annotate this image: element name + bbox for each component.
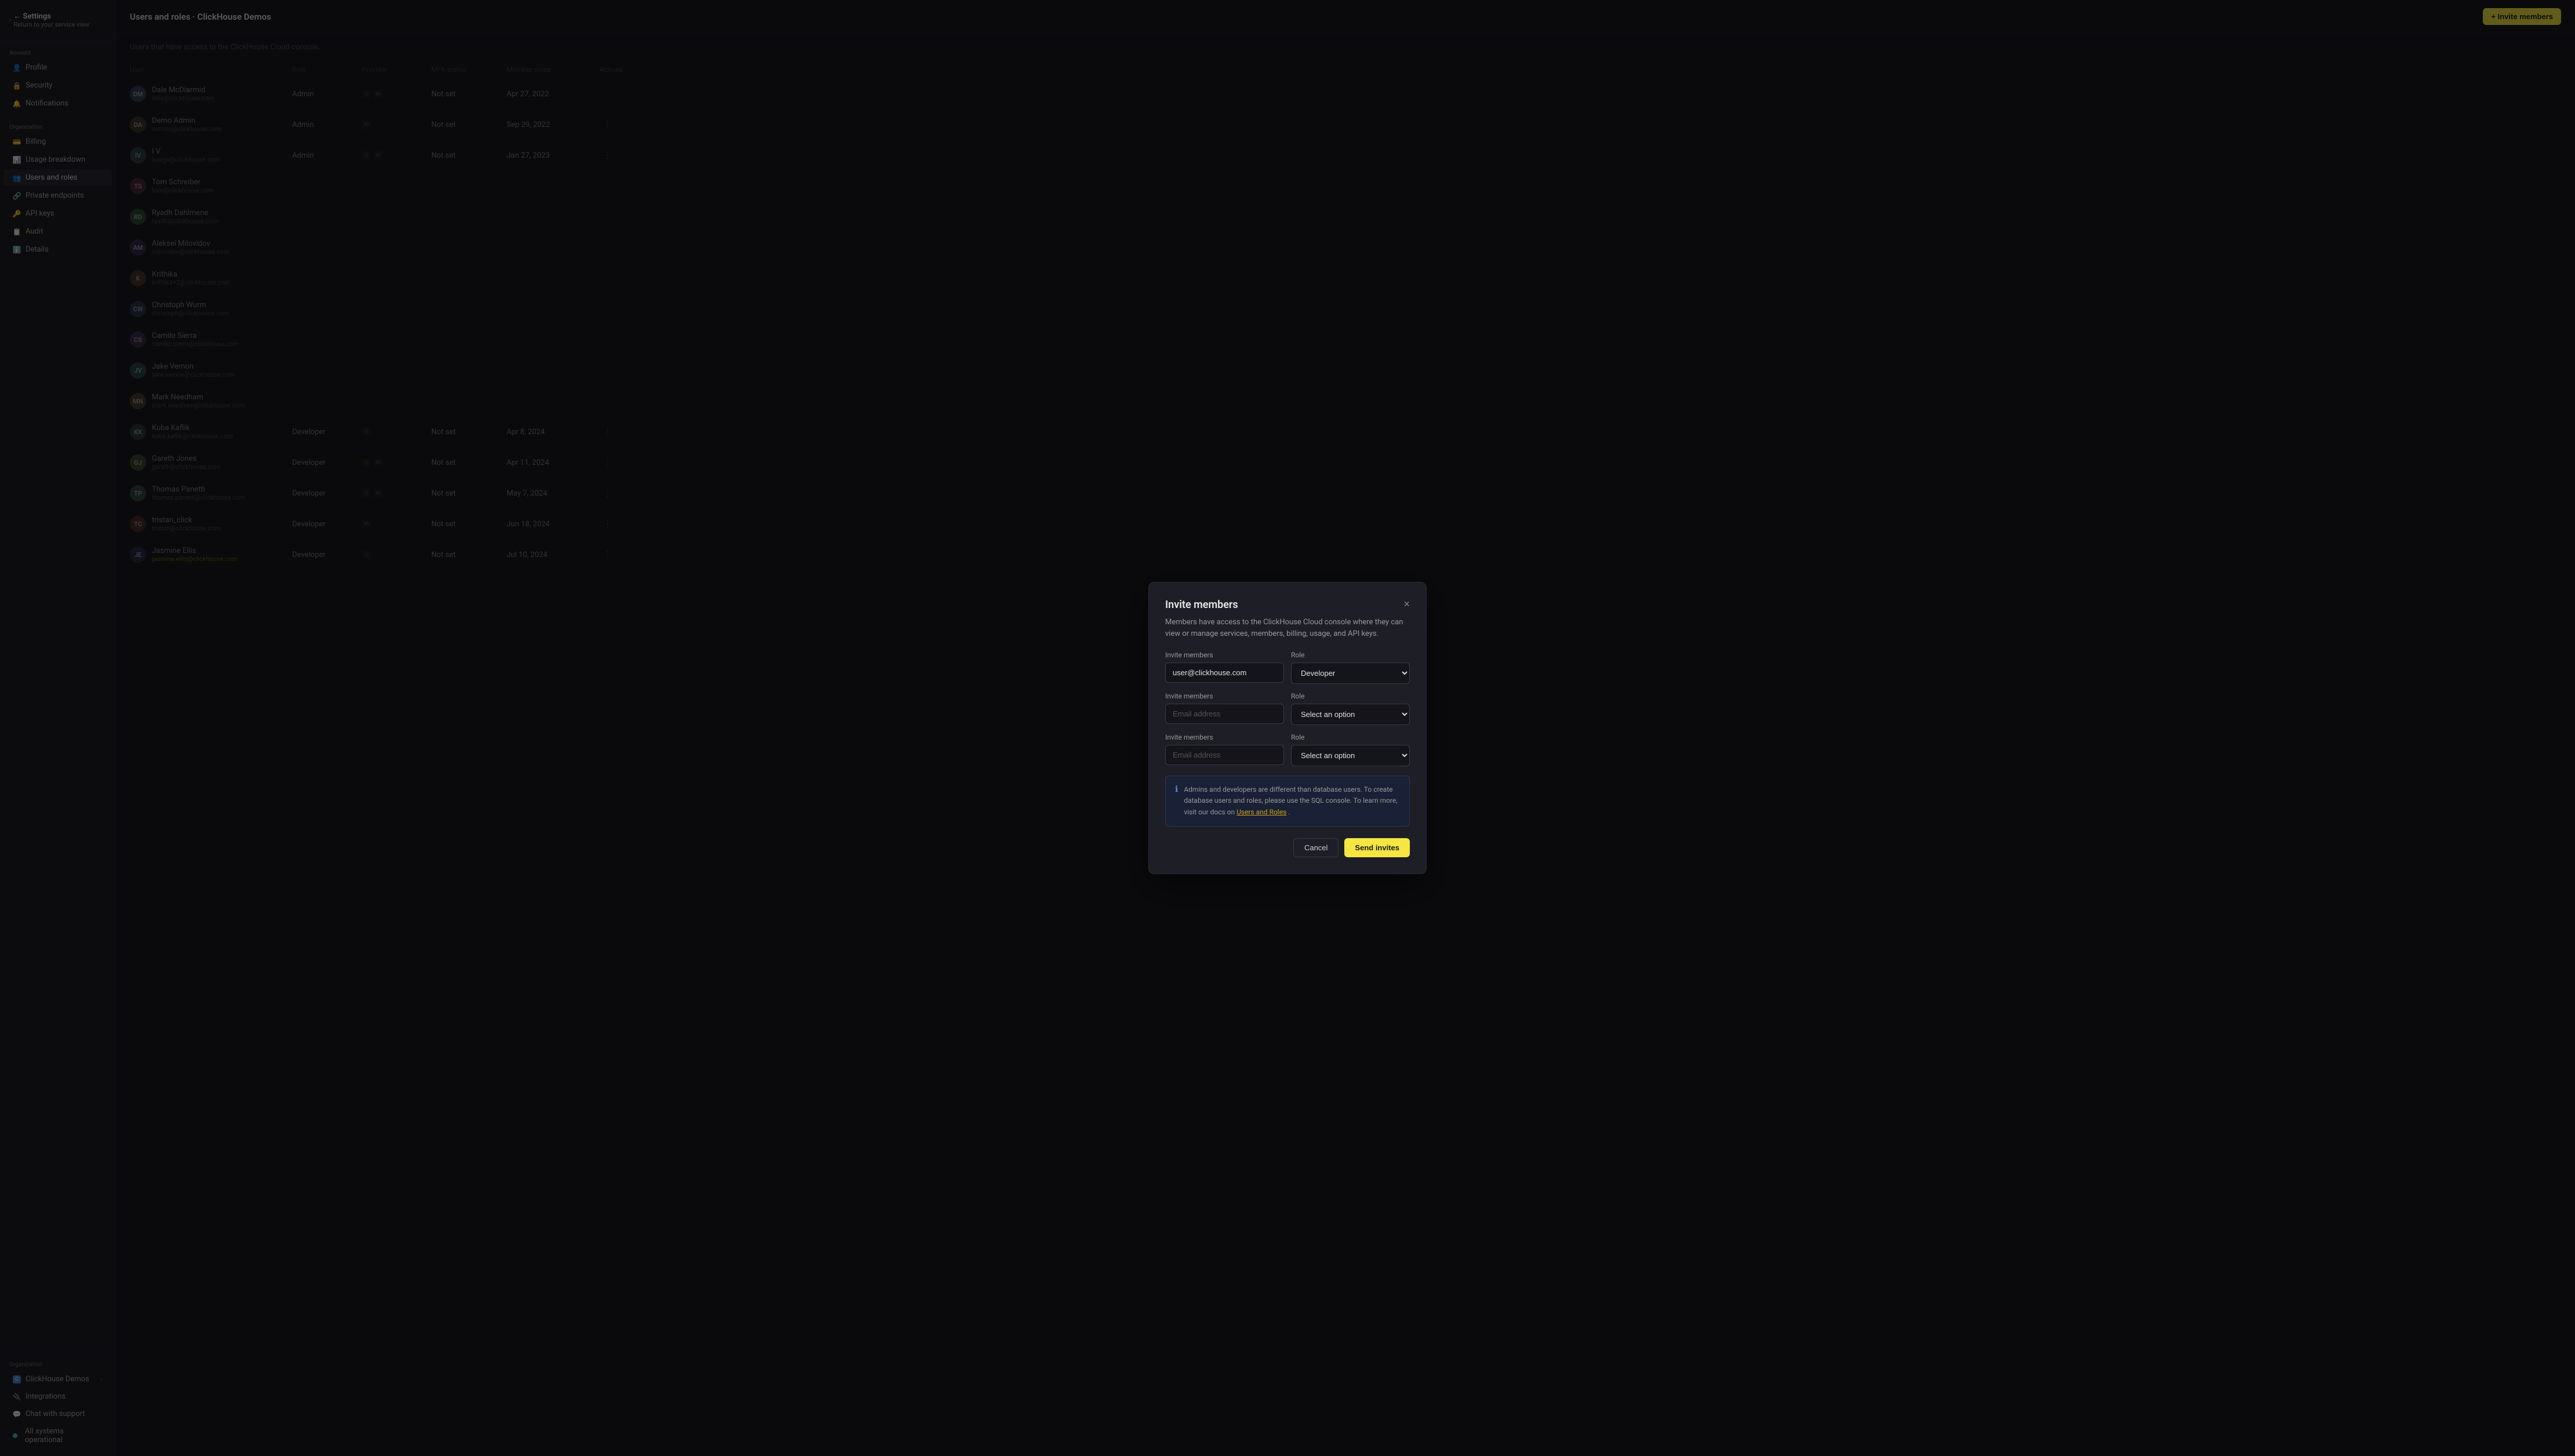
modal-description: Members have access to the ClickHouse Cl…: [1165, 617, 1410, 639]
role-label-2: Role: [1291, 692, 1410, 700]
users-and-roles-link[interactable]: Users and Roles: [1236, 808, 1286, 816]
invite-row-1: Invite members Role Admin Developer Sele…: [1165, 651, 1410, 684]
invite-members-modal: Invite members × Members have access to …: [1148, 582, 1427, 874]
role-select-1[interactable]: Admin Developer Select an option: [1291, 663, 1410, 684]
invite-row-2: Invite members Role Select an option Adm…: [1165, 692, 1410, 725]
invite-row-3: Invite members Role Select an option Adm…: [1165, 733, 1410, 766]
role-label-1: Role: [1291, 651, 1410, 659]
modal-title: Invite members: [1165, 599, 1238, 611]
role-field-group-2: Role Select an option Admin Developer: [1291, 692, 1410, 725]
email-field-group-2: Invite members: [1165, 692, 1284, 725]
email-input-2[interactable]: [1165, 704, 1284, 724]
email-input-1[interactable]: [1165, 663, 1284, 683]
info-box: ℹ Admins and developers are different th…: [1165, 776, 1410, 827]
email-field-group-1: Invite members: [1165, 651, 1284, 684]
role-select-2[interactable]: Select an option Admin Developer: [1291, 704, 1410, 725]
info-text: Admins and developers are different than…: [1184, 784, 1400, 818]
modal-header: Invite members ×: [1165, 599, 1410, 611]
role-field-group-1: Role Admin Developer Select an option: [1291, 651, 1410, 684]
modal-footer: Cancel Send invites: [1165, 838, 1410, 857]
role-select-3[interactable]: Select an option Admin Developer: [1291, 745, 1410, 766]
info-icon: ℹ: [1175, 785, 1178, 794]
cancel-button[interactable]: Cancel: [1293, 838, 1339, 857]
modal-overlay[interactable]: Invite members × Members have access to …: [0, 0, 2575, 1456]
email-label-2: Invite members: [1165, 692, 1284, 700]
email-label-1: Invite members: [1165, 651, 1284, 659]
role-label-3: Role: [1291, 733, 1410, 741]
email-field-group-3: Invite members: [1165, 733, 1284, 766]
email-label-3: Invite members: [1165, 733, 1284, 741]
email-input-3[interactable]: [1165, 745, 1284, 765]
send-invites-button[interactable]: Send invites: [1344, 838, 1410, 857]
modal-close-button[interactable]: ×: [1403, 599, 1410, 609]
role-field-group-3: Role Select an option Admin Developer: [1291, 733, 1410, 766]
